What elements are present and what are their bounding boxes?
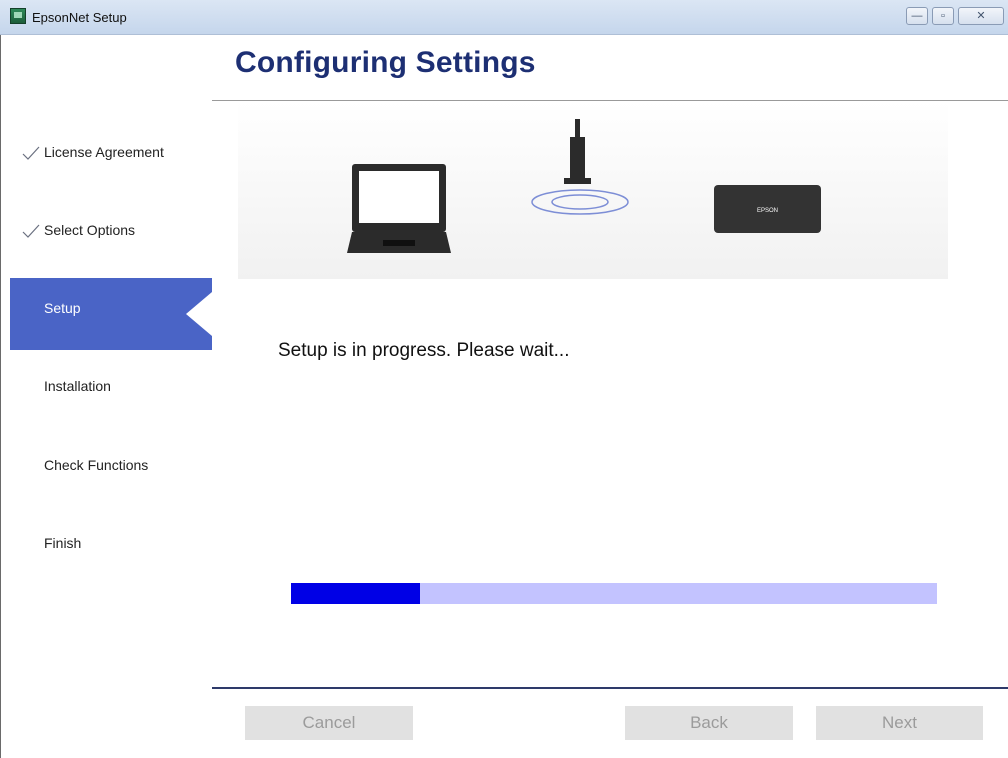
footer-divider [212,687,1008,689]
printer-icon: EPSON [714,185,821,233]
page-title: Configuring Settings [235,46,536,79]
close-button[interactable]: ✕ [958,7,1004,25]
next-button[interactable]: Next [816,706,983,740]
title-bar: EpsonNet Setup — ▫ ✕ [0,0,1008,35]
status-message: Setup is in progress. Please wait... [278,340,570,361]
step-setup: Setup [10,278,212,350]
window-title: EpsonNet Setup [32,10,127,25]
laptop-icon [347,164,451,253]
maximize-button[interactable]: ▫ [932,7,954,25]
step-select-options: Select Options [10,194,212,266]
illustration-graphic: EPSON [347,119,821,253]
steps-sidebar: License Agreement Select Options Setup I… [10,100,212,600]
progress-fill [291,583,421,604]
check-icon [22,224,40,238]
check-icon [22,146,40,160]
cancel-button[interactable]: Cancel [245,706,413,740]
back-button[interactable]: Back [625,706,793,740]
step-label: Finish [44,535,82,551]
step-check-functions: Check Functions [10,429,212,501]
step-label: Select Options [44,222,136,238]
step-label: Check Functions [44,457,149,473]
app-icon [10,8,26,24]
step-label: Installation [44,378,111,394]
step-label: Setup [44,300,81,316]
minimize-button[interactable]: — [906,7,928,25]
step-license-agreement: License Agreement [10,116,212,188]
window-left-border [0,35,1,758]
access-point-icon [531,119,629,215]
step-label: License Agreement [44,144,164,160]
step-finish: Finish [10,507,212,579]
connection-illustration: EPSON [238,101,948,279]
step-installation: Installation [10,350,212,422]
printer-brand-label: EPSON [757,208,778,214]
progress-bar [291,583,937,604]
setup-window: EpsonNet Setup — ▫ ✕ License Agreement S… [0,0,1008,758]
